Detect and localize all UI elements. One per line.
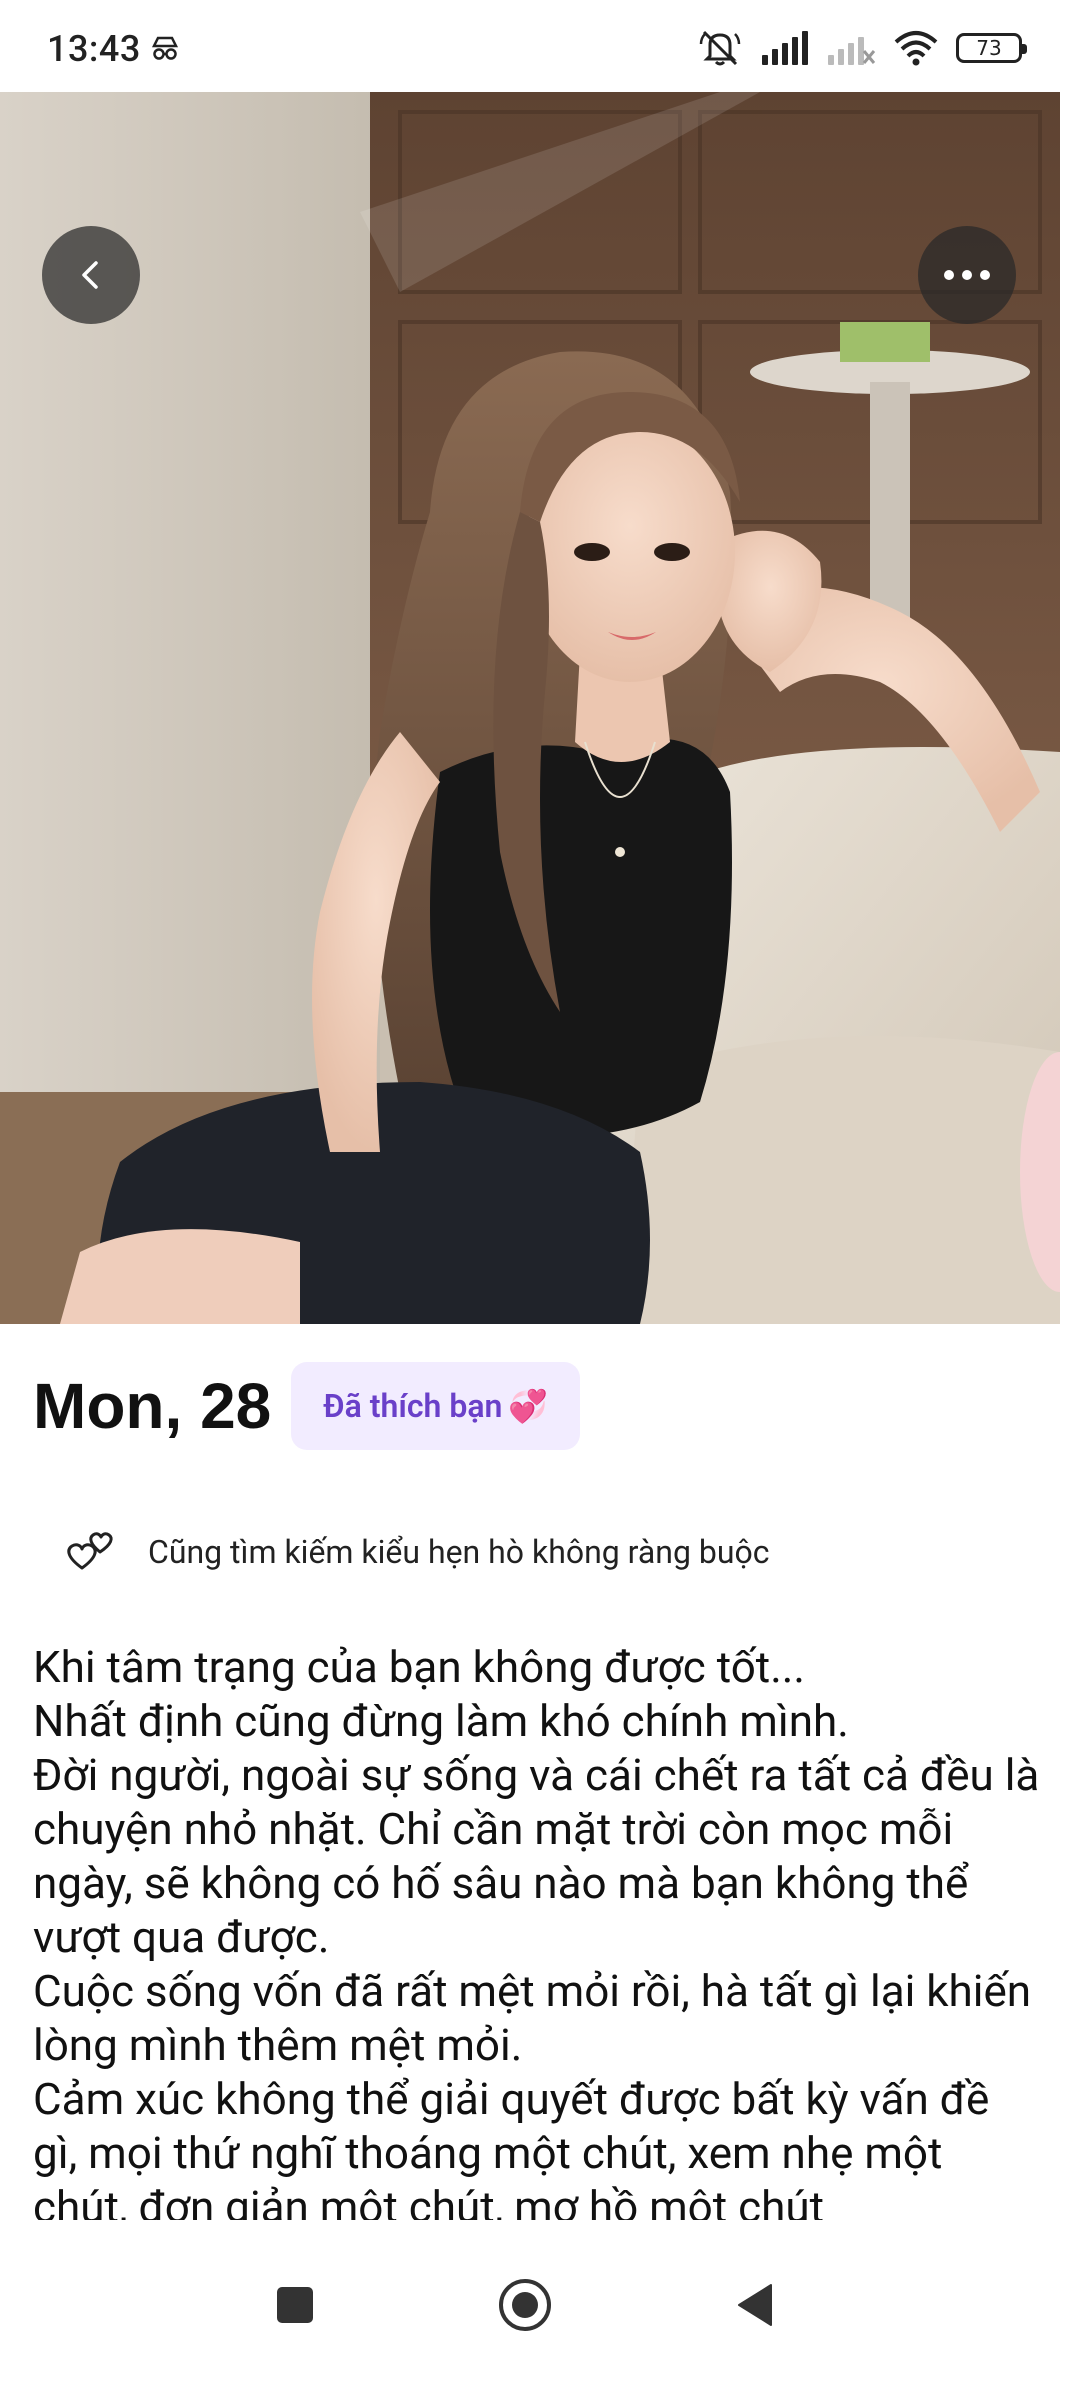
system-navigation-bar bbox=[0, 2220, 1080, 2400]
liked-you-badge: Đã thích bạn 💞 bbox=[291, 1362, 581, 1450]
chevron-left-icon bbox=[82, 261, 98, 289]
profile-bio: Khi tâm trạng của bạn không được tốt... … bbox=[33, 1641, 1040, 2220]
dating-intent-text: Cũng tìm kiếm kiểu hẹn hò không ràng buộ… bbox=[148, 1533, 770, 1571]
signal-weak-icon bbox=[828, 37, 876, 65]
incognito-icon bbox=[151, 36, 179, 60]
recents-button[interactable] bbox=[250, 2260, 340, 2350]
status-time: 13:43 bbox=[47, 28, 141, 70]
muted-bell-icon bbox=[699, 30, 741, 66]
status-icons: 73 bbox=[698, 26, 1027, 70]
home-button[interactable] bbox=[480, 2260, 570, 2350]
profile-header: Mon, 28 Đã thích bạn 💞 bbox=[33, 1362, 581, 1450]
more-options-button[interactable] bbox=[918, 226, 1016, 324]
circle-icon bbox=[499, 2279, 551, 2331]
square-icon bbox=[277, 2287, 313, 2323]
battery-icon: 73 bbox=[956, 33, 1027, 63]
profile-photo[interactable] bbox=[0, 92, 1060, 1324]
profile-photo-illustration bbox=[0, 92, 1060, 1324]
signal-icon bbox=[762, 31, 808, 65]
back-button[interactable] bbox=[42, 226, 140, 324]
wifi-icon bbox=[894, 31, 938, 66]
profile-name-age: Mon, 28 bbox=[33, 1370, 272, 1442]
revolving-hearts-icon: 💞 bbox=[508, 1387, 549, 1425]
triangle-back-icon bbox=[738, 2284, 772, 2326]
battery-level: 73 bbox=[976, 36, 1002, 60]
liked-you-label: Đã thích bạn bbox=[323, 1387, 503, 1425]
more-horizontal-icon bbox=[944, 270, 990, 280]
hearts-icon bbox=[67, 1532, 113, 1570]
status-bar: 13:43 73 bbox=[0, 0, 1080, 92]
system-back-button[interactable] bbox=[710, 2260, 800, 2350]
dating-intent: Cũng tìm kiếm kiểu hẹn hò không ràng buộ… bbox=[62, 1524, 769, 1580]
